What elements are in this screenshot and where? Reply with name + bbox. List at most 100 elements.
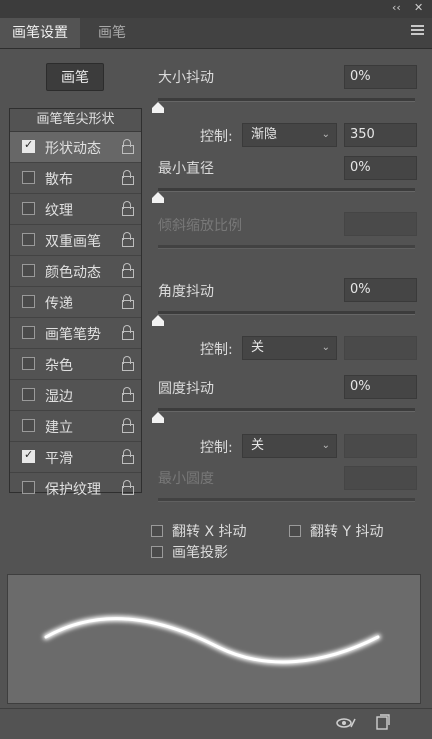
list-item-label: 双重画笔	[45, 234, 101, 250]
fade-steps-input[interactable]: 350	[344, 123, 417, 147]
min-diameter-input[interactable]: 0%	[344, 156, 417, 180]
chevron-down-icon: ⌄	[321, 129, 330, 140]
roundness-jitter-input[interactable]: 0%	[344, 375, 417, 399]
angle-control-select[interactable]: 关 ⌄	[242, 336, 337, 360]
size-control-label: 控制:	[200, 129, 233, 145]
roundness-control-label: 控制:	[200, 440, 233, 456]
lock-icon[interactable]	[122, 232, 134, 247]
panel-tabs: 画笔设置 画笔	[0, 18, 432, 49]
lock-icon[interactable]	[122, 387, 134, 402]
close-panel-icon[interactable]: ✕	[414, 1, 423, 14]
roundness-control-extra-input	[344, 434, 417, 458]
scattering-checkbox[interactable]	[22, 171, 35, 184]
list-item-label: 建立	[45, 420, 73, 436]
list-item-transfer[interactable]: 传递	[10, 287, 141, 318]
panel-title-bar: ‹‹ ✕	[0, 0, 432, 18]
lock-icon[interactable]	[122, 139, 134, 154]
lock-icon[interactable]	[122, 418, 134, 433]
build-up-checkbox[interactable]	[22, 419, 35, 432]
flip-x-checkbox[interactable]	[151, 525, 163, 537]
protect-texture-checkbox[interactable]	[22, 481, 35, 494]
list-item-label: 纹理	[45, 203, 73, 219]
list-item-label: 传递	[45, 296, 73, 312]
list-item-texture[interactable]: 纹理	[10, 194, 141, 225]
list-item-label: 散布	[45, 172, 73, 188]
list-item-noise[interactable]: 杂色	[10, 349, 141, 380]
flip-y-jitter-option[interactable]: 翻转 Y 抖动	[289, 521, 383, 541]
list-item-brush-pose[interactable]: 画笔笔势	[10, 318, 141, 349]
min-diameter-label: 最小直径	[158, 161, 214, 177]
lock-icon[interactable]	[122, 263, 134, 278]
tilt-scale-label: 倾斜缩放比例	[158, 218, 242, 234]
tab-brushes[interactable]: 画笔	[86, 18, 138, 48]
brush-settings-list: 画笔笔尖形状 ✓ 形状动态 散布 纹理 双重画笔 颜色动态 传递 画笔笔势 杂色	[9, 108, 142, 498]
smoothing-checkbox[interactable]: ✓	[22, 448, 35, 463]
roundness-control-select[interactable]: 关 ⌄	[242, 434, 337, 458]
size-jitter-label: 大小抖动	[158, 70, 214, 86]
angle-control-label: 控制:	[200, 342, 233, 358]
brush-stroke-preview	[7, 574, 421, 704]
toggle-live-tip-brush-preview-icon[interactable]	[336, 716, 356, 734]
list-item-build-up[interactable]: 建立	[10, 411, 141, 442]
chevron-down-icon: ⌄	[321, 342, 330, 353]
lock-icon[interactable]	[122, 449, 134, 464]
wet-edges-checkbox[interactable]	[22, 388, 35, 401]
brush-pose-checkbox[interactable]	[22, 326, 35, 339]
list-item-label: 形状动态	[45, 141, 101, 157]
size-jitter-input[interactable]: 0%	[344, 65, 417, 89]
list-item-label: 画笔笔势	[45, 327, 101, 343]
min-roundness-label: 最小圆度	[158, 471, 214, 487]
list-item-scattering[interactable]: 散布	[10, 163, 141, 194]
lock-icon[interactable]	[122, 294, 134, 309]
flip-x-label: 翻转 X 抖动	[172, 524, 247, 540]
size-control-value: 渐隐	[251, 127, 278, 142]
create-new-brush-icon[interactable]	[376, 714, 390, 734]
transfer-checkbox[interactable]	[22, 295, 35, 308]
brushes-button[interactable]: 画笔	[46, 63, 104, 91]
flip-x-jitter-option[interactable]: 翻转 X 抖动	[151, 521, 247, 541]
lock-icon[interactable]	[122, 356, 134, 371]
list-item-color-dynamics[interactable]: 颜色动态	[10, 256, 141, 287]
stroke-preview-svg	[43, 615, 381, 665]
brush-projection-option[interactable]: 画笔投影	[151, 542, 228, 562]
brush-tip-shape-item[interactable]: 画笔笔尖形状	[10, 109, 141, 132]
list-item-label: 平滑	[45, 451, 73, 467]
tilt-scale-input	[344, 212, 417, 236]
lock-icon[interactable]	[122, 480, 134, 495]
dual-brush-checkbox[interactable]	[22, 233, 35, 246]
angle-jitter-input[interactable]: 0%	[344, 278, 417, 302]
tab-brush-settings[interactable]: 画笔设置	[0, 18, 80, 48]
size-control-select[interactable]: 渐隐 ⌄	[242, 123, 337, 147]
min-roundness-slider-track	[158, 498, 415, 502]
flip-y-checkbox[interactable]	[289, 525, 301, 537]
size-jitter-slider-track[interactable]	[158, 98, 415, 102]
list-item-label: 颜色动态	[45, 265, 101, 281]
panel-menu-icon[interactable]	[411, 25, 424, 36]
brush-projection-label: 画笔投影	[172, 545, 228, 561]
angle-control-extra-input	[344, 336, 417, 360]
lock-icon[interactable]	[122, 170, 134, 185]
brush-projection-checkbox[interactable]	[151, 546, 163, 558]
min-diameter-slider-track[interactable]	[158, 188, 415, 192]
angle-jitter-label: 角度抖动	[158, 284, 214, 300]
roundness-jitter-slider-track[interactable]	[158, 408, 415, 412]
list-item-label: 杂色	[45, 358, 73, 374]
angle-control-value: 关	[251, 340, 265, 355]
noise-checkbox[interactable]	[22, 357, 35, 370]
collapse-panel-icon[interactable]: ‹‹	[392, 1, 401, 14]
texture-checkbox[interactable]	[22, 202, 35, 215]
shape-dynamics-checkbox[interactable]: ✓	[22, 138, 35, 153]
list-item-label: 保护纹理	[45, 482, 101, 498]
list-item-protect-texture[interactable]: 保护纹理	[10, 473, 141, 503]
angle-jitter-slider-track[interactable]	[158, 311, 415, 315]
flip-y-label: 翻转 Y 抖动	[310, 524, 384, 540]
list-item-smoothing[interactable]: ✓ 平滑	[10, 442, 141, 473]
roundness-control-value: 关	[251, 438, 265, 453]
list-item-shape-dynamics[interactable]: ✓ 形状动态	[10, 132, 141, 163]
lock-icon[interactable]	[122, 201, 134, 216]
list-item-wet-edges[interactable]: 湿边	[10, 380, 141, 411]
color-dynamics-checkbox[interactable]	[22, 264, 35, 277]
lock-icon[interactable]	[122, 325, 134, 340]
list-item-label: 湿边	[45, 389, 73, 405]
list-item-dual-brush[interactable]: 双重画笔	[10, 225, 141, 256]
